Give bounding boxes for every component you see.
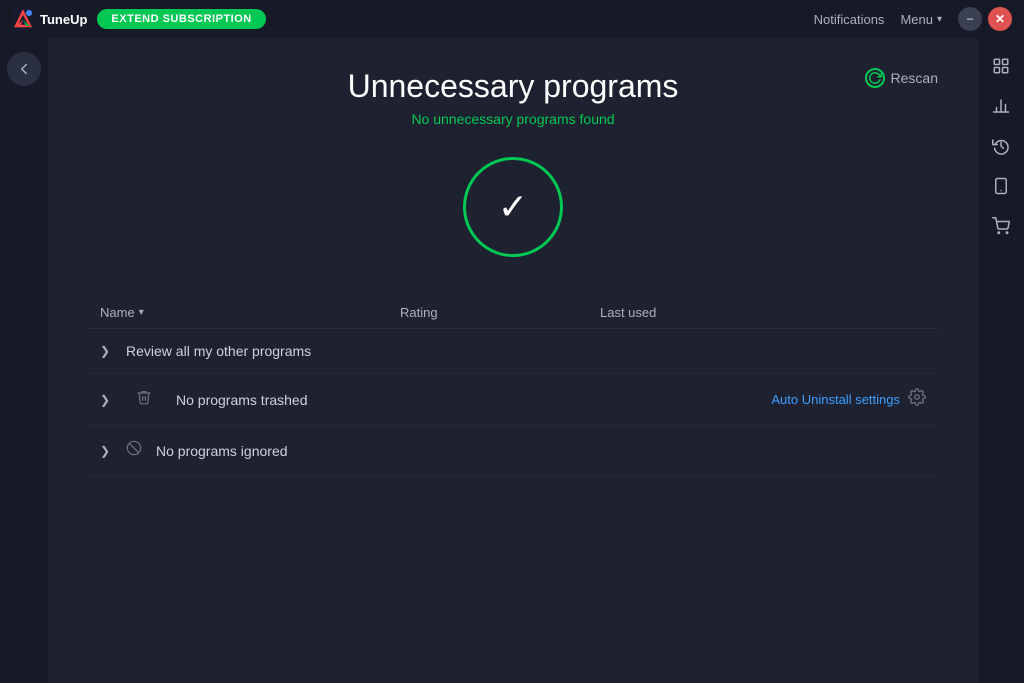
close-button[interactable]: ✕: [988, 7, 1012, 31]
chart-icon: [992, 97, 1010, 115]
menu-label: Menu: [900, 12, 933, 27]
dashboard-icon-button[interactable]: [983, 48, 1019, 84]
mobile-icon-button[interactable]: [983, 168, 1019, 204]
success-indicator: ✓: [88, 157, 938, 257]
programs-table: Name ▾ Rating Last used ❯ Review all my …: [88, 297, 938, 476]
logo-area: TuneUp: [12, 8, 87, 30]
table-row[interactable]: ❯ No programs ignored: [88, 426, 938, 476]
content-area: Rescan Unnecessary programs No unnecessa…: [48, 38, 978, 683]
main-layout: Rescan Unnecessary programs No unnecessa…: [0, 38, 1024, 683]
topbar-left: TuneUp EXTEND SUBSCRIPTION: [12, 8, 266, 30]
cart-icon: [992, 217, 1010, 235]
trashed-row: ❯ No programs trashed Auto Uninstall se: [88, 374, 938, 426]
page-header: Unnecessary programs No unnecessary prog…: [88, 68, 938, 127]
menu-button[interactable]: Menu ▾: [900, 12, 942, 27]
expand-icon: ❯: [100, 444, 116, 458]
auto-uninstall-settings-icon-button[interactable]: [908, 388, 926, 411]
expand-icon: ❯: [100, 344, 116, 358]
back-button[interactable]: [7, 52, 41, 86]
extend-subscription-button[interactable]: EXTEND SUBSCRIPTION: [97, 9, 265, 29]
table-header: Name ▾ Rating Last used: [88, 297, 938, 329]
row-label: Review all my other programs: [126, 343, 311, 359]
auto-uninstall-controls: Auto Uninstall settings: [771, 388, 926, 411]
checkmark-icon: ✓: [498, 189, 528, 225]
grid-icon: [992, 57, 1010, 75]
window-controls: − ✕: [958, 7, 1012, 31]
auto-uninstall-settings-link[interactable]: Auto Uninstall settings: [771, 392, 900, 407]
left-panel: [0, 38, 48, 683]
history-icon-button[interactable]: [983, 128, 1019, 164]
block-icon: [126, 440, 146, 461]
stats-icon-button[interactable]: [983, 88, 1019, 124]
topbar: TuneUp EXTEND SUBSCRIPTION Notifications…: [0, 0, 1024, 38]
check-circle: ✓: [463, 157, 563, 257]
table-row[interactable]: ❯ Review all my other programs: [88, 329, 938, 374]
mobile-icon: [992, 177, 1010, 195]
col-rating-header: Rating: [400, 305, 600, 320]
back-arrow-icon: [15, 60, 33, 78]
col-name-header: Name ▾: [100, 305, 400, 320]
sort-arrow-icon: ▾: [139, 307, 144, 318]
rescan-button[interactable]: Rescan: [865, 68, 938, 88]
store-icon-button[interactable]: [983, 208, 1019, 244]
right-sidebar: [978, 38, 1024, 683]
notifications-button[interactable]: Notifications: [814, 12, 885, 27]
trashed-label: No programs trashed: [176, 392, 308, 408]
logo-text: TuneUp: [40, 12, 87, 27]
ignored-label: No programs ignored: [156, 443, 288, 459]
page-title: Unnecessary programs: [88, 68, 938, 105]
topbar-right: Notifications Menu ▾ − ✕: [814, 7, 1012, 31]
rescan-icon: [865, 68, 885, 88]
col-last-used-header: Last used: [600, 305, 926, 320]
trashed-row-left: ❯ No programs trashed: [100, 389, 308, 410]
minimize-button[interactable]: −: [958, 7, 982, 31]
trash-icon: [136, 389, 156, 410]
page-subtitle: No unnecessary programs found: [88, 111, 938, 127]
history-icon: [992, 137, 1010, 155]
col-name-label: Name: [100, 305, 135, 320]
rescan-label: Rescan: [891, 70, 938, 86]
chevron-down-icon: ▾: [937, 14, 942, 25]
expand-icon: ❯: [100, 393, 116, 407]
avg-logo-icon: [12, 8, 34, 30]
